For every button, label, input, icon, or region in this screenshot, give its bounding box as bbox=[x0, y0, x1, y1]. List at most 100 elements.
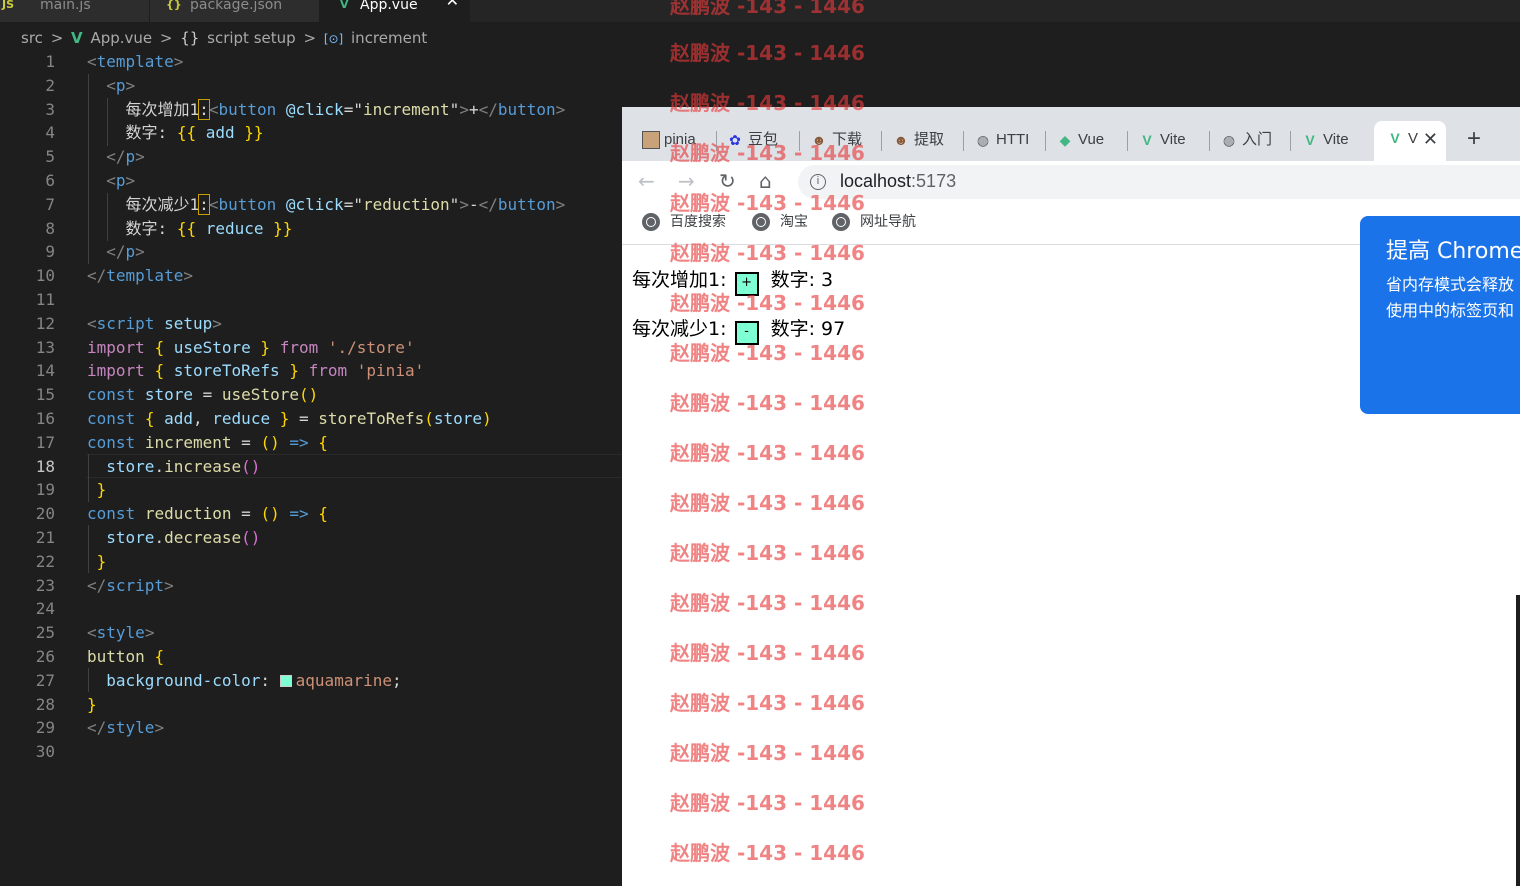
line-number: 12 bbox=[35, 313, 55, 333]
code-line: 4 数字: {{ add }} bbox=[0, 121, 622, 145]
code-line: 5 </p> bbox=[0, 145, 622, 169]
bookmark-taobao[interactable]: 淘宝 bbox=[752, 213, 808, 231]
code-line: 7 每次减少1:<button @click="reduction">-</bu… bbox=[0, 193, 622, 217]
color-swatch[interactable] bbox=[279, 674, 292, 687]
breadcrumb-item[interactable]: src bbox=[21, 29, 43, 47]
code-line: 29 </style> bbox=[0, 716, 622, 740]
code-line: 17 const increment = () => { bbox=[0, 431, 622, 455]
code-line: 30 bbox=[0, 740, 622, 764]
line-number: 3 bbox=[45, 99, 55, 119]
code-line: 28} bbox=[0, 693, 622, 717]
browser-tab-active[interactable]: V V ✕ bbox=[1374, 121, 1446, 161]
code-line: 1 <template> bbox=[0, 50, 622, 74]
line-number: 17 bbox=[35, 432, 55, 452]
chevron-right-icon: > bbox=[303, 29, 317, 47]
js-file-icon: JS bbox=[2, 0, 15, 11]
editor-tab-app-vue[interactable]: V App.vue ✕ bbox=[320, 0, 470, 22]
info-icon[interactable]: i bbox=[810, 174, 826, 190]
browser-tab[interactable]: ☻ 提取 bbox=[890, 127, 958, 153]
line-number: 26 bbox=[35, 647, 55, 666]
line-number: 11 bbox=[35, 290, 55, 309]
decrement-label: 每次减少1: bbox=[632, 318, 727, 340]
line-number: 9 bbox=[45, 242, 55, 262]
code-line: 11 bbox=[0, 288, 622, 312]
line-number: 2 bbox=[45, 75, 55, 95]
breadcrumb-item[interactable]: App.vue bbox=[90, 29, 152, 47]
vue-logo-icon: V bbox=[1142, 132, 1152, 148]
new-tab-button[interactable]: + bbox=[1467, 125, 1481, 153]
home-icon[interactable]: ⌂ bbox=[759, 169, 772, 193]
edge-shadow bbox=[1516, 595, 1520, 886]
bookmark-baidu-search[interactable]: 百度搜索 bbox=[642, 213, 726, 231]
chrome-memory-saver-popup[interactable]: 提高 Chrome 省内存模式会释放 使用中的标签页和 bbox=[1360, 216, 1520, 414]
line-number: 7 bbox=[45, 194, 55, 214]
vue-file-icon: V bbox=[71, 29, 83, 47]
increment-button[interactable]: + bbox=[734, 272, 759, 296]
code-line: 2 <p> bbox=[0, 74, 622, 98]
browser-tab[interactable]: ◍ 入门 bbox=[1218, 127, 1288, 153]
code-line: 14 import { storeToRefs } from 'pinia' bbox=[0, 359, 622, 383]
url-text: localhost:5173 bbox=[840, 171, 957, 191]
close-icon[interactable]: ✕ bbox=[446, 0, 459, 9]
editor-tab-label: package.json bbox=[190, 0, 283, 13]
increment-label: 每次增加1: bbox=[632, 269, 727, 291]
line-number: 20 bbox=[35, 504, 55, 524]
breadcrumb-item[interactable]: increment bbox=[351, 29, 427, 47]
decrement-row: 每次减少1: - 数字: 97 bbox=[632, 317, 845, 345]
decrement-button[interactable]: - bbox=[734, 321, 759, 345]
browser-window: pinia ✿ 豆包 ☻ 下载 ☻ 提取 ◍ HTTI ◆ Vue V Vite ◍ 入门 V… bbox=[622, 107, 1520, 886]
watermark-text: 赵鹏波 -143 - 1446 bbox=[670, 41, 865, 65]
reduce-value: 数字: 97 bbox=[770, 318, 846, 340]
editor-tab-label: main.js bbox=[40, 0, 91, 13]
address-bar[interactable]: i localhost:5173 bbox=[798, 165, 1520, 199]
popup-body: 省内存模式会释放 使用中的标签页和 bbox=[1386, 275, 1515, 320]
code-line: 19 } bbox=[0, 478, 622, 502]
code-line: 23 </script> bbox=[0, 574, 622, 598]
breadcrumb-item[interactable]: script setup bbox=[207, 29, 296, 47]
browser-tab[interactable]: pinia bbox=[640, 127, 710, 153]
globe-icon: ◍ bbox=[976, 132, 990, 148]
code-line: 8 数字: {{ reduce }} bbox=[0, 217, 622, 241]
popup-title: 提高 Chrome bbox=[1386, 239, 1520, 264]
forward-arrow-icon[interactable]: → bbox=[678, 169, 695, 193]
code-editor[interactable]: 1 <template> 2 <p> 3 每次增加1:<button @click… bbox=[0, 50, 622, 886]
vue-logo-icon: V bbox=[1390, 130, 1400, 146]
globe-icon: ◍ bbox=[1222, 132, 1236, 148]
line-number: 14 bbox=[35, 361, 55, 381]
line-number: 30 bbox=[35, 742, 55, 762]
browser-tab[interactable]: V Vite bbox=[1136, 127, 1208, 153]
chevron-right-icon: > bbox=[159, 29, 173, 47]
line-number: 15 bbox=[35, 385, 55, 405]
back-arrow-icon[interactable]: ← bbox=[638, 169, 655, 193]
editor-tab-main-js[interactable]: JS main.js bbox=[0, 0, 150, 22]
close-icon[interactable]: ✕ bbox=[1423, 121, 1438, 157]
line-number: 28 bbox=[35, 694, 55, 714]
code-line: 16 const { add, reduce } = storeToRefs(st… bbox=[0, 407, 622, 431]
editor-tab-package-json[interactable]: {} package.json bbox=[150, 0, 320, 22]
pinia-favicon bbox=[642, 131, 660, 149]
braces-icon: {} bbox=[180, 29, 200, 47]
browser-tab[interactable]: ◍ HTTI bbox=[972, 127, 1040, 153]
code-line: 18 store.increase() bbox=[0, 455, 622, 479]
browser-tab[interactable]: V Vite bbox=[1299, 127, 1371, 153]
reload-icon[interactable]: ↻ bbox=[719, 169, 736, 193]
line-number: 22 bbox=[35, 551, 55, 571]
line-number: 6 bbox=[45, 171, 55, 190]
editor-tab-bar: JS main.js {} package.json V App.vue ✕ bbox=[0, 0, 1520, 22]
globe-icon bbox=[642, 213, 660, 231]
browser-tab[interactable]: ✿ 豆包 bbox=[724, 127, 794, 153]
code-line: 13 import { useStore } from './store' bbox=[0, 336, 622, 360]
line-number: 25 bbox=[35, 623, 55, 643]
line-number: 18 bbox=[35, 456, 55, 476]
breadcrumb: src > V App.vue > {} script setup > [⊙] … bbox=[0, 26, 622, 50]
vue-file-icon: V bbox=[340, 0, 349, 11]
bookmark-site-nav[interactable]: 网址导航 bbox=[832, 213, 916, 231]
browser-tab[interactable]: ☻ 下载 bbox=[808, 127, 878, 153]
line-number: 21 bbox=[35, 528, 55, 547]
code-line: 25 <style> bbox=[0, 621, 622, 645]
code-line: 3 每次增加1:<button @click="increment">+</bu… bbox=[0, 98, 622, 122]
browser-tab[interactable]: ◆ Vue bbox=[1054, 127, 1124, 153]
code-line: 20 const reduction = () => { bbox=[0, 502, 622, 526]
editor-tab-label: App.vue bbox=[360, 0, 418, 13]
browser-tab-strip: pinia ✿ 豆包 ☻ 下载 ☻ 提取 ◍ HTTI ◆ Vue V Vite ◍ 入门 V… bbox=[622, 107, 1520, 161]
